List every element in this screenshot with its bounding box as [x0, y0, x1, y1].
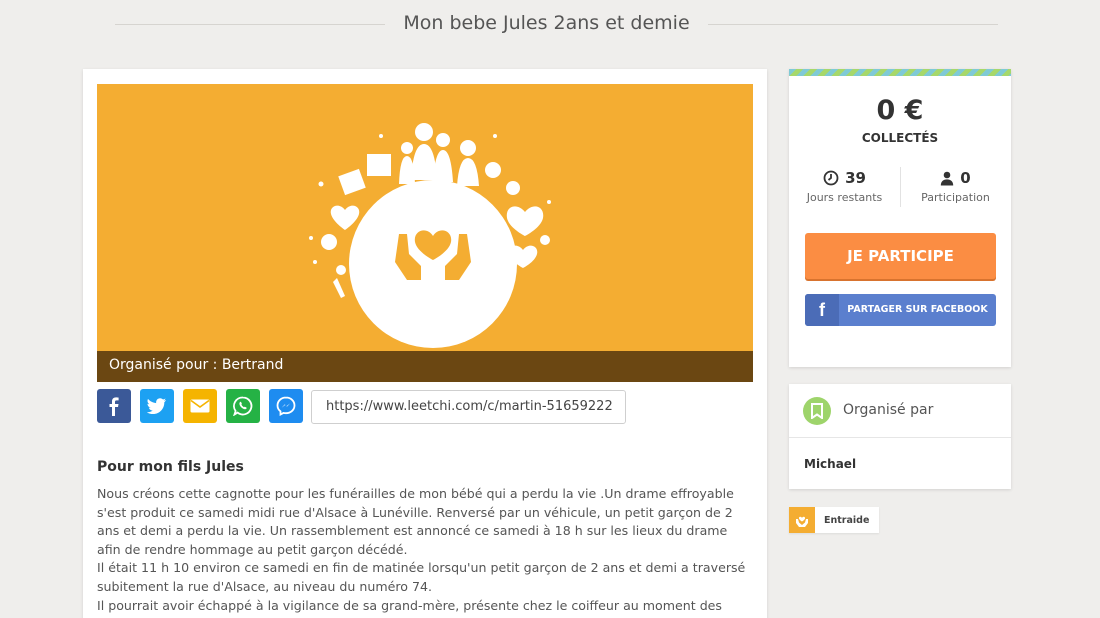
facebook-icon	[109, 397, 119, 416]
title-bar: Mon bebe Jules 2ans et demie	[0, 0, 1100, 50]
share-whatsapp-button[interactable]	[226, 389, 260, 423]
campaign-description: Pour mon fils Jules Nous créons cette ca…	[97, 459, 747, 615]
facebook-icon: f	[805, 294, 839, 326]
campaign-url-field[interactable]: https://www.leetchi.com/c/martin-5165922…	[311, 390, 626, 424]
description-text: Nous créons cette cagnotte pour les funé…	[97, 485, 747, 615]
category-tag[interactable]: Entraide	[789, 507, 880, 533]
decorative-stripe	[789, 69, 1011, 76]
days-remaining-label: Jours restants	[806, 191, 883, 204]
solidarity-illustration	[309, 123, 551, 348]
title-divider-left	[115, 24, 385, 25]
organizer-name[interactable]: Michael	[804, 457, 856, 471]
organizer-title: Organisé par	[843, 402, 934, 418]
collected-amount: 0 €	[876, 95, 924, 126]
days-remaining-value: 39	[845, 169, 866, 187]
participants-stat: 0 Participation	[900, 169, 1011, 204]
organizer-card: Organisé par Michael	[789, 384, 1011, 489]
participants-label: Participation	[921, 191, 990, 204]
share-facebook-button[interactable]	[97, 389, 131, 423]
participants-value: 0	[960, 169, 971, 187]
twitter-icon	[147, 398, 166, 414]
participate-button[interactable]: JE PARTICIPE	[805, 233, 996, 279]
hands-icon	[789, 507, 815, 533]
share-facebook-sidebar-button[interactable]: f PARTAGER SUR FACEBOOK	[805, 294, 996, 326]
campaign-card: Organisé pour : Bertrand https://www.lee…	[83, 69, 767, 618]
share-row: https://www.leetchi.com/c/martin-5165922…	[97, 389, 753, 425]
page-title: Mon bebe Jules 2ans et demie	[403, 12, 690, 34]
share-email-button[interactable]	[183, 389, 217, 423]
description-heading: Pour mon fils Jules	[97, 459, 244, 475]
hero-banner: Organisé pour : Bertrand	[97, 84, 753, 382]
organizer-icon	[803, 397, 831, 425]
messenger-icon	[276, 396, 296, 416]
description-paragraph: Nous créons cette cagnotte pour les funé…	[97, 486, 734, 557]
share-messenger-button[interactable]	[269, 389, 303, 423]
days-remaining-stat: 39 Jours restants	[789, 169, 900, 204]
description-paragraph: Il pourrait avoir échappé à la vigilance…	[97, 597, 722, 613]
share-facebook-label: PARTAGER SUR FACEBOOK	[847, 304, 988, 315]
email-icon	[190, 399, 210, 413]
title-divider-right	[708, 24, 998, 25]
collected-label: COLLECTÉS	[861, 131, 939, 145]
whatsapp-icon	[233, 396, 253, 416]
funding-card: 0 € COLLECTÉS 39 Jours restants 0 Partic…	[789, 69, 1011, 367]
share-twitter-button[interactable]	[140, 389, 174, 423]
description-paragraph: Il était 11 h 10 environ ce samedi en fi…	[97, 560, 746, 594]
organizer-header: Organisé par	[789, 384, 1011, 438]
hero-caption: Organisé pour : Bertrand	[97, 351, 753, 382]
category-label: Entraide	[824, 514, 870, 526]
person-icon	[941, 171, 954, 185]
clock-icon	[823, 170, 839, 186]
